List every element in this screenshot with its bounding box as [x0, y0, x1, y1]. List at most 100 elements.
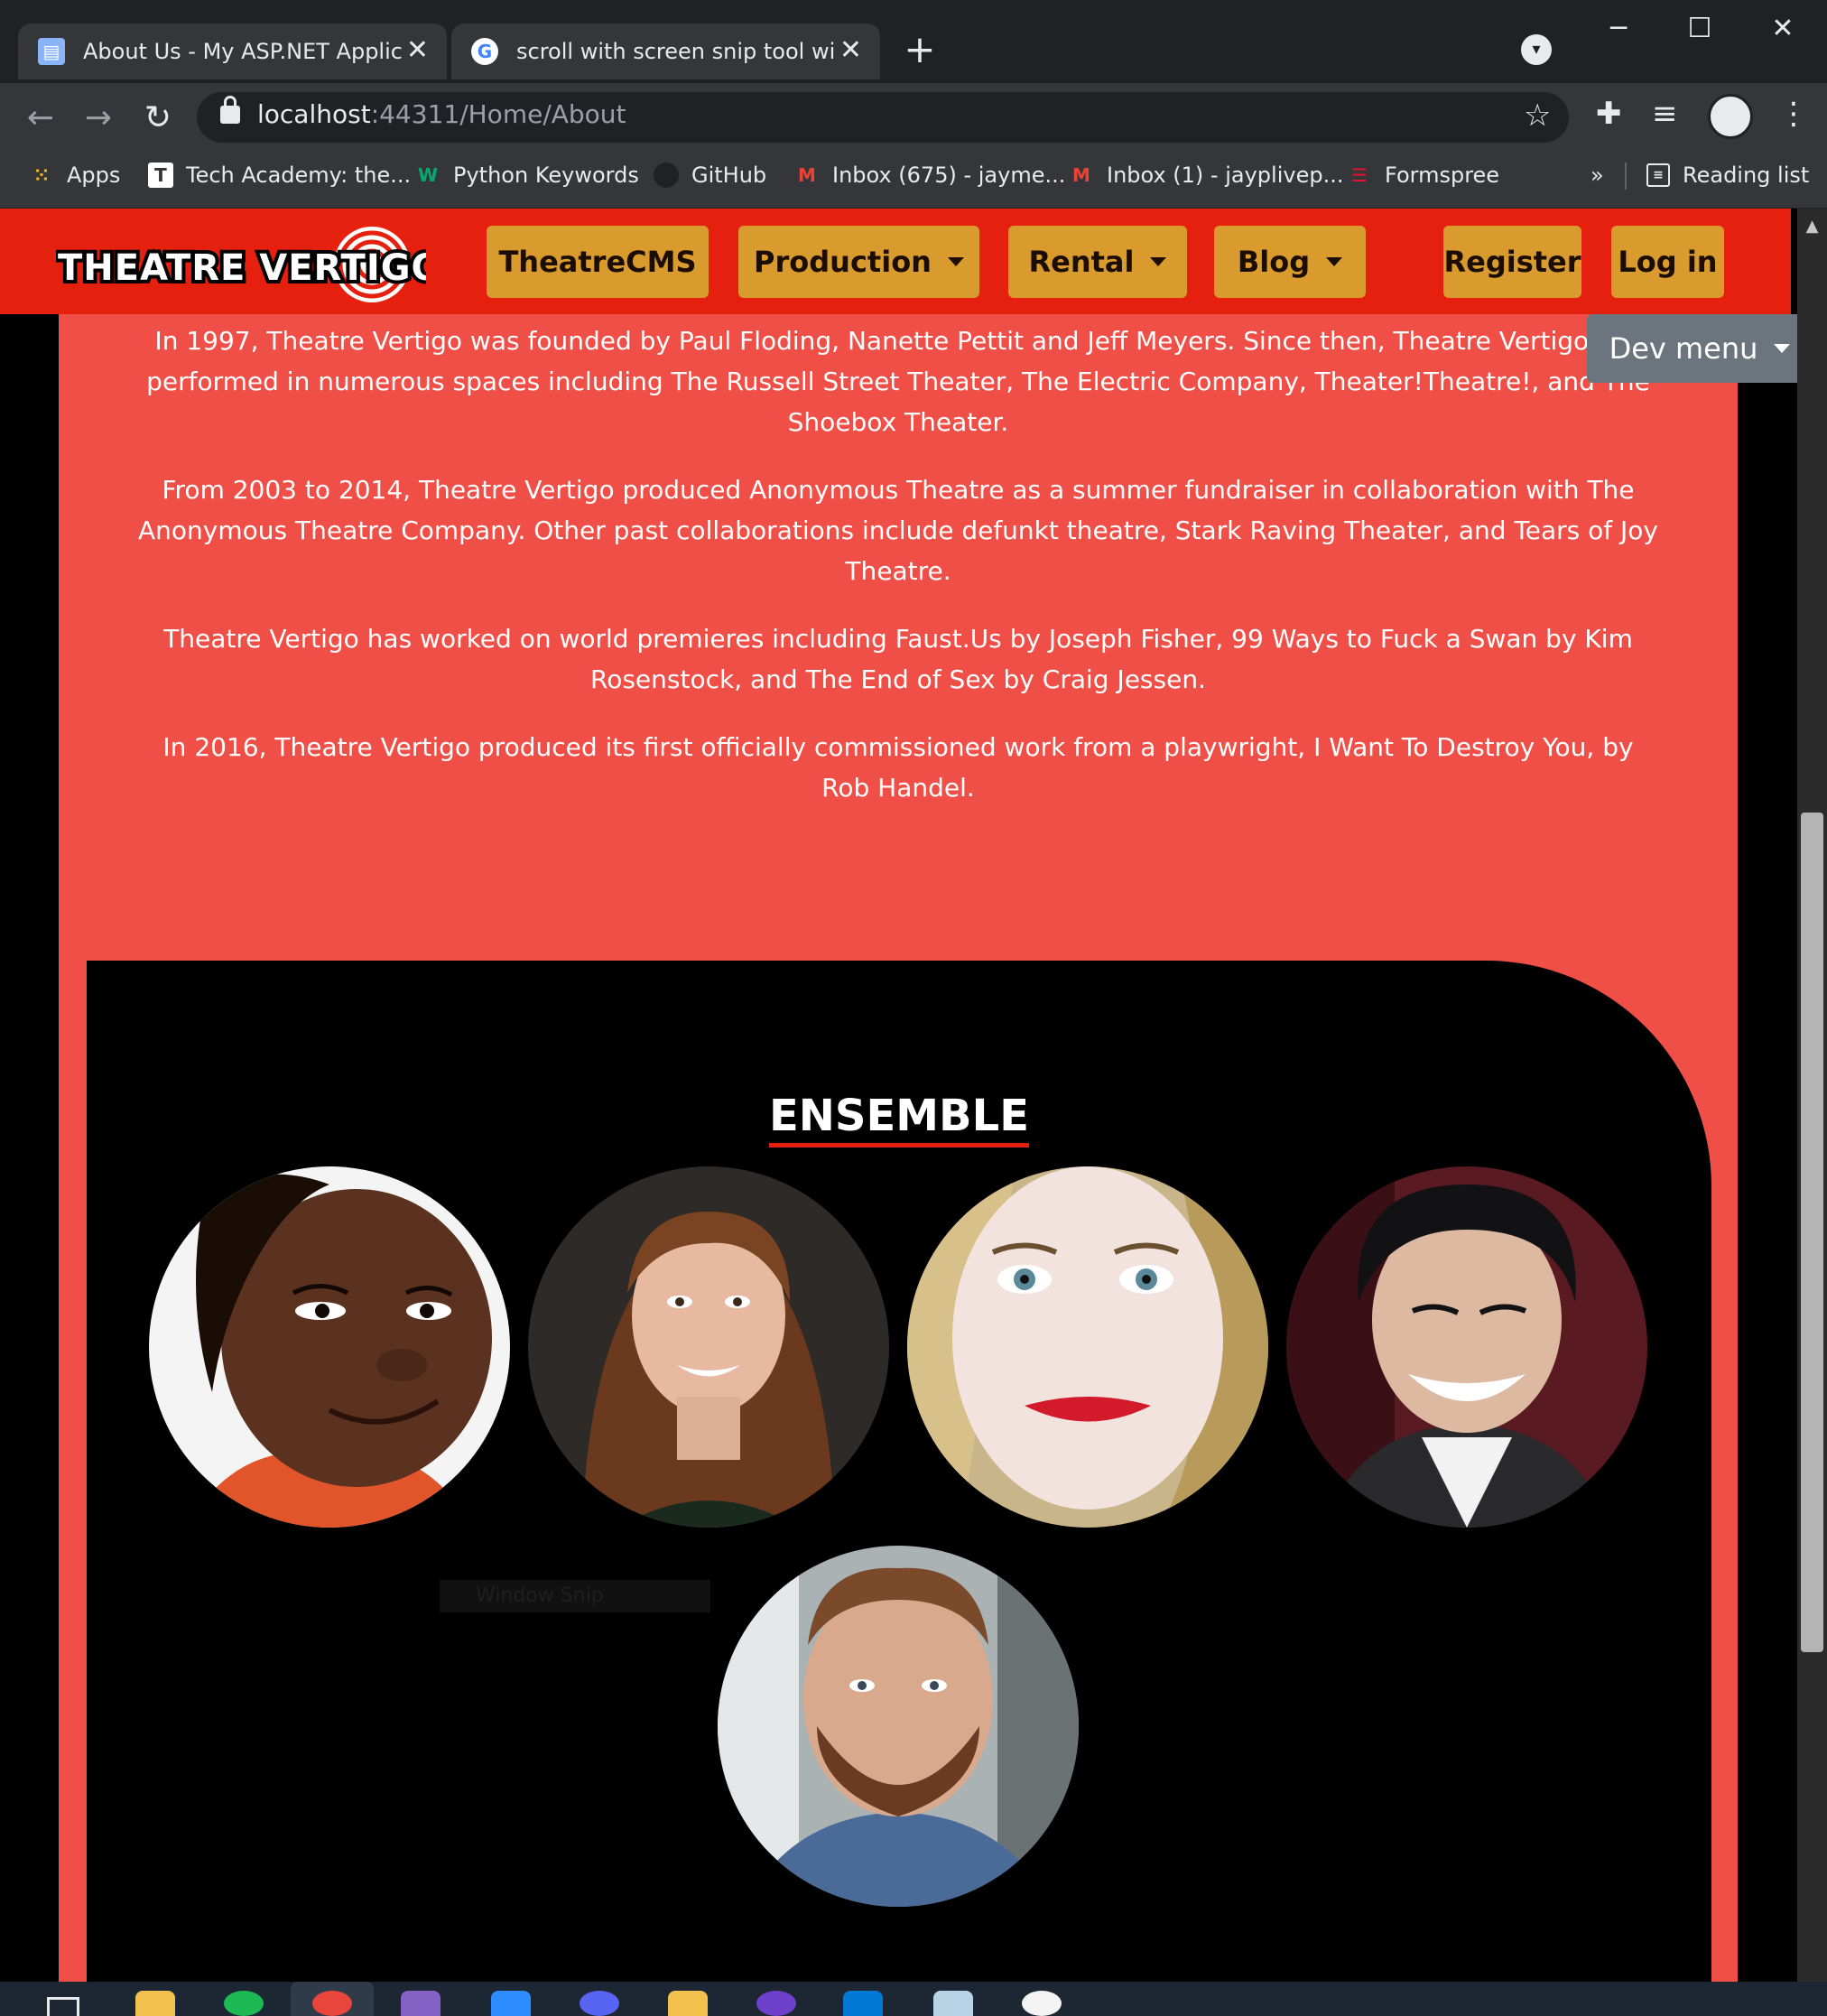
ensemble-heading: ENSEMBLE [0, 1091, 1798, 1147]
visual-studio-icon[interactable] [401, 1991, 441, 2016]
github-icon [654, 163, 679, 188]
about-paragraph-1: In 1997, Theatre Vertigo was founded by … [146, 326, 1650, 437]
portrait-image [1286, 1166, 1647, 1528]
about-paragraph-4: In 2016, Theatre Vertigo produced its fi… [162, 732, 1634, 803]
ensemble-photo-3[interactable] [907, 1166, 1268, 1528]
url-path: :44311/Home/About [370, 99, 626, 129]
dev-menu-label: Dev menu [1609, 331, 1758, 366]
login-label: Log in [1618, 245, 1718, 279]
more-menu-icon[interactable]: ⋮ [1778, 96, 1809, 132]
url-host: localhost [257, 99, 371, 129]
window-snip-overlay: Window Snip [440, 1580, 710, 1612]
extensions-icon[interactable]: ✚ [1596, 96, 1622, 132]
register-button[interactable]: Register [1443, 226, 1581, 298]
document-icon: ▤ [38, 38, 65, 65]
lock-icon-body [220, 106, 240, 124]
logo-text: THEATRE VERTIGO [58, 247, 426, 289]
discord-icon[interactable] [580, 1991, 619, 2016]
portrait-image [149, 1166, 510, 1528]
gmail-icon: M [1072, 164, 1090, 186]
bookmark-apps[interactable]: ⁙ Apps [29, 157, 121, 193]
ensemble-photo-1[interactable] [149, 1166, 510, 1528]
portrait-image [907, 1166, 1268, 1528]
bookmark-label: Inbox (675) - jayme... [832, 163, 1066, 188]
reload-icon[interactable]: ↻ [134, 94, 182, 143]
minimize-icon[interactable]: ─ [1591, 7, 1646, 51]
chevron-down-icon [1150, 257, 1167, 266]
ensemble-photo-4[interactable] [1286, 1166, 1647, 1528]
maximize-icon[interactable]: ☐ [1672, 7, 1728, 51]
tab-google-search[interactable]: G scroll with screen snip tool windo ✕ [451, 23, 880, 79]
tab-about-us[interactable]: ▤ About Us - My ASP.NET Applicati ✕ [18, 23, 447, 79]
scroll-up-arrow[interactable]: ▲ [1801, 217, 1823, 236]
nav-blog[interactable]: Blog [1214, 226, 1366, 298]
nav-label: Blog [1237, 245, 1311, 279]
register-label: Register [1443, 245, 1581, 279]
about-paragraph-2: From 2003 to 2014, Theatre Vertigo produ… [138, 475, 1658, 586]
chevron-down-icon [947, 257, 964, 266]
portrait-image [528, 1166, 889, 1528]
windows-taskbar [0, 1982, 1827, 2016]
task-view-icon[interactable] [47, 1997, 79, 2016]
formspree-icon: ☰ [1351, 164, 1368, 186]
bookmark-label: Formspree [1385, 163, 1500, 188]
profile-avatar[interactable] [1708, 94, 1753, 139]
sticky-notes-icon[interactable] [668, 1991, 708, 2016]
ensemble-heading-text: ENSEMBLE [768, 1091, 1030, 1147]
zoom-icon[interactable] [491, 1991, 531, 2016]
back-icon[interactable]: ← [16, 94, 65, 143]
bookmarks-overflow[interactable]: » [1591, 157, 1604, 193]
nav-label: Rental [1028, 245, 1135, 279]
close-tab-icon[interactable]: ✕ [839, 35, 862, 66]
file-explorer-icon[interactable] [135, 1991, 175, 2016]
bookmark-github[interactable]: GitHub [654, 157, 766, 193]
github-desktop-icon[interactable] [756, 1991, 796, 2016]
close-window-icon[interactable]: ✕ [1755, 7, 1811, 51]
spotify-icon[interactable] [224, 1991, 264, 2016]
w3-icon: W [417, 164, 439, 186]
tab-search-icon[interactable]: ▾ [1521, 34, 1552, 65]
google-icon: G [471, 38, 498, 65]
login-button[interactable]: Log in [1611, 226, 1724, 298]
reading-list[interactable]: ≡ Reading list [1646, 157, 1809, 193]
nav-production[interactable]: Production [738, 226, 979, 298]
theatre-vertigo-logo[interactable]: THEATRE VERTIGO [56, 224, 426, 305]
tech-academy-icon: T [148, 163, 173, 188]
apps-grid-icon: ⁙ [33, 164, 50, 186]
bookmark-label: Python Keywords [453, 163, 639, 188]
bookmark-label: Inbox (1) - jayplivep... [1107, 163, 1344, 188]
nav-label: TheatreCMS [498, 245, 697, 279]
bookmark-label: Apps [67, 163, 121, 188]
about-paragraph-3: Theatre Vertigo has worked on world prem… [163, 624, 1633, 694]
reading-list-icon: ≡ [1646, 163, 1670, 187]
bookmark-inbox-675[interactable]: M Inbox (675) - jayme... [794, 157, 1065, 193]
reading-list-label: Reading list [1683, 163, 1810, 188]
bookmark-python-keywords[interactable]: W Python Keywords [415, 157, 639, 193]
vscode-icon[interactable] [843, 1991, 883, 2016]
tab-title: About Us - My ASP.NET Applicati [83, 39, 403, 64]
chrome-icon[interactable] [312, 1991, 352, 2016]
scrollbar-thumb[interactable] [1801, 813, 1823, 1652]
bookmark-formspree[interactable]: ☰ Formspree [1347, 157, 1499, 193]
paint-icon[interactable] [1022, 1991, 1062, 2016]
ensemble-photo-5[interactable] [718, 1546, 1079, 1907]
bookmark-star-icon[interactable]: ☆ [1524, 98, 1551, 134]
url-text[interactable]: localhost:44311/Home/About [257, 99, 626, 129]
close-tab-icon[interactable]: ✕ [406, 35, 429, 66]
bookmark-tech-academy[interactable]: T Tech Academy: the... [148, 157, 411, 193]
tab-title: scroll with screen snip tool windo [516, 39, 837, 64]
bookmark-inbox-1[interactable]: M Inbox (1) - jayplivep... [1069, 157, 1343, 193]
ensemble-photo-2[interactable] [528, 1166, 889, 1528]
snip-sketch-icon[interactable] [933, 1991, 973, 2016]
nav-theatrecms[interactable]: TheatreCMS [487, 226, 709, 298]
nav-rental[interactable]: Rental [1008, 226, 1187, 298]
nav-label: Production [754, 245, 932, 279]
divider [1625, 163, 1627, 190]
new-tab-button[interactable]: + [895, 27, 944, 76]
media-queue-icon[interactable]: ≡ [1652, 96, 1678, 132]
chevron-down-icon [1774, 344, 1791, 353]
forward-icon[interactable]: → [74, 94, 123, 143]
bookmark-label: Tech Academy: the... [186, 163, 412, 188]
dev-menu-button[interactable]: Dev menu [1587, 314, 1813, 383]
bookmark-label: GitHub [691, 163, 767, 188]
